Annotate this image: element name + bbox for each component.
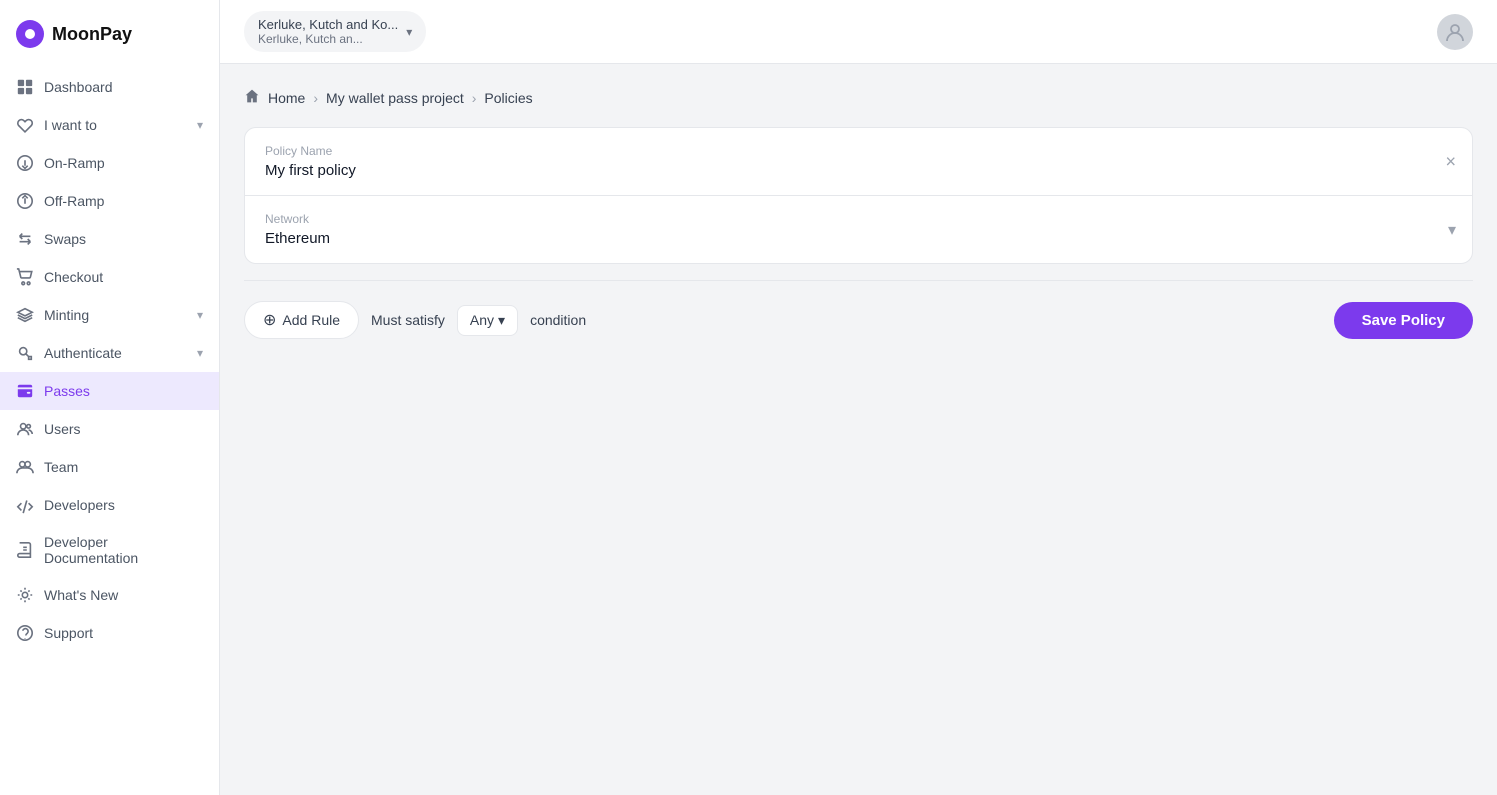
- logo-text: MoonPay: [52, 24, 132, 45]
- sidebar-item-developers[interactable]: Developers: [0, 486, 219, 524]
- sidebar-item-on-ramp[interactable]: On-Ramp: [0, 144, 219, 182]
- plus-circle-icon: ⊕: [263, 310, 276, 330]
- sparkle-icon: [16, 586, 34, 604]
- policy-name-value: My first policy: [265, 162, 1452, 179]
- sidebar-nav: Dashboard I want to ▾ On-Ramp Off-Ramp: [0, 64, 219, 795]
- home-icon: [244, 88, 260, 107]
- breadcrumb-home[interactable]: Home: [268, 90, 305, 106]
- policy-form-card: Policy Name My first policy × Network Et…: [244, 127, 1473, 264]
- any-label: Any: [470, 312, 494, 328]
- add-rule-button[interactable]: ⊕ Add Rule: [244, 301, 359, 339]
- network-value: Ethereum: [265, 230, 1452, 247]
- any-chevron-icon: ▾: [498, 312, 505, 329]
- chevron-down-icon: ▾: [197, 118, 203, 132]
- sidebar-item-off-ramp[interactable]: Off-Ramp: [0, 182, 219, 220]
- sidebar-item-label: Team: [44, 459, 78, 475]
- sidebar-item-label: Minting: [44, 307, 89, 323]
- sidebar-item-swaps[interactable]: Swaps: [0, 220, 219, 258]
- add-rule-label: Add Rule: [282, 312, 340, 328]
- book-icon: [16, 541, 34, 559]
- wallet-icon: [16, 382, 34, 400]
- sidebar-item-label: On-Ramp: [44, 155, 105, 171]
- breadcrumb-project[interactable]: My wallet pass project: [326, 90, 464, 106]
- org-sub: Kerluke, Kutch an...: [258, 32, 398, 46]
- main-content: Kerluke, Kutch and Ko... Kerluke, Kutch …: [220, 0, 1497, 795]
- topbar: Kerluke, Kutch and Ko... Kerluke, Kutch …: [220, 0, 1497, 64]
- chevron-down-icon: ▾: [197, 346, 203, 360]
- network-dropdown-icon[interactable]: ▾: [1448, 220, 1456, 240]
- policy-name-field: Policy Name My first policy ×: [245, 128, 1472, 196]
- org-name: Kerluke, Kutch and Ko...: [258, 17, 398, 32]
- breadcrumb-sep-2: ›: [472, 90, 477, 106]
- breadcrumb-sep-1: ›: [313, 90, 318, 106]
- condition-text: condition: [530, 312, 586, 328]
- code-icon: [16, 496, 34, 514]
- sidebar-item-label: Users: [44, 421, 81, 437]
- sidebar-item-label: Developer Documentation: [44, 534, 203, 566]
- arrow-down-circle-icon: [16, 154, 34, 172]
- sidebar-item-label: Off-Ramp: [44, 193, 104, 209]
- arrow-up-circle-icon: [16, 192, 34, 210]
- save-policy-button[interactable]: Save Policy: [1334, 302, 1473, 339]
- breadcrumb-current: Policies: [484, 90, 532, 106]
- rule-bar: ⊕ Add Rule Must satisfy Any ▾ condition …: [244, 301, 1473, 339]
- user-group-icon: [16, 458, 34, 476]
- sidebar-item-label: Support: [44, 625, 93, 641]
- sidebar-item-authenticate[interactable]: Authenticate ▾: [0, 334, 219, 372]
- sidebar-item-whats-new[interactable]: What's New: [0, 576, 219, 614]
- sidebar-item-passes[interactable]: Passes: [0, 372, 219, 410]
- policy-name-clear-button[interactable]: ×: [1445, 151, 1456, 172]
- key-icon: [16, 344, 34, 362]
- sidebar-item-label: Authenticate: [44, 345, 122, 361]
- sidebar-item-i-want-to[interactable]: I want to ▾: [0, 106, 219, 144]
- swap-icon: [16, 230, 34, 248]
- logo: MoonPay: [0, 0, 219, 64]
- sidebar-item-label: I want to: [44, 117, 97, 133]
- network-label: Network: [265, 212, 1452, 226]
- heart-icon: [16, 116, 34, 134]
- sidebar-item-label: Passes: [44, 383, 90, 399]
- org-selector[interactable]: Kerluke, Kutch and Ko... Kerluke, Kutch …: [244, 11, 426, 52]
- sidebar-item-label: Developers: [44, 497, 115, 513]
- sidebar-item-minting[interactable]: Minting ▾: [0, 296, 219, 334]
- must-satisfy-text: Must satisfy: [371, 312, 445, 328]
- users-icon: [16, 420, 34, 438]
- grid-icon: [16, 78, 34, 96]
- avatar[interactable]: [1437, 14, 1473, 50]
- divider: [244, 280, 1473, 281]
- support-icon: [16, 624, 34, 642]
- layers-icon: [16, 306, 34, 324]
- sidebar-item-label: What's New: [44, 587, 118, 603]
- sidebar: MoonPay Dashboard I want to ▾ On-Ramp: [0, 0, 220, 795]
- sidebar-item-team[interactable]: Team: [0, 448, 219, 486]
- shopping-cart-icon: [16, 268, 34, 286]
- sidebar-item-label: Swaps: [44, 231, 86, 247]
- sidebar-item-dashboard[interactable]: Dashboard: [0, 68, 219, 106]
- org-text: Kerluke, Kutch and Ko... Kerluke, Kutch …: [258, 17, 398, 46]
- sidebar-item-label: Dashboard: [44, 79, 113, 95]
- chevron-down-icon: ▾: [406, 25, 412, 39]
- content-area: Home › My wallet pass project › Policies…: [220, 64, 1497, 795]
- chevron-down-icon: ▾: [197, 308, 203, 322]
- sidebar-item-support[interactable]: Support: [0, 614, 219, 652]
- network-field: Network Ethereum ▾: [245, 196, 1472, 263]
- policy-name-label: Policy Name: [265, 144, 1452, 158]
- logo-icon: [16, 20, 44, 48]
- any-dropdown[interactable]: Any ▾: [457, 305, 518, 336]
- sidebar-item-label: Checkout: [44, 269, 103, 285]
- sidebar-item-checkout[interactable]: Checkout: [0, 258, 219, 296]
- sidebar-item-developer-docs[interactable]: Developer Documentation: [0, 524, 219, 576]
- breadcrumb: Home › My wallet pass project › Policies: [244, 88, 1473, 107]
- sidebar-item-users[interactable]: Users: [0, 410, 219, 448]
